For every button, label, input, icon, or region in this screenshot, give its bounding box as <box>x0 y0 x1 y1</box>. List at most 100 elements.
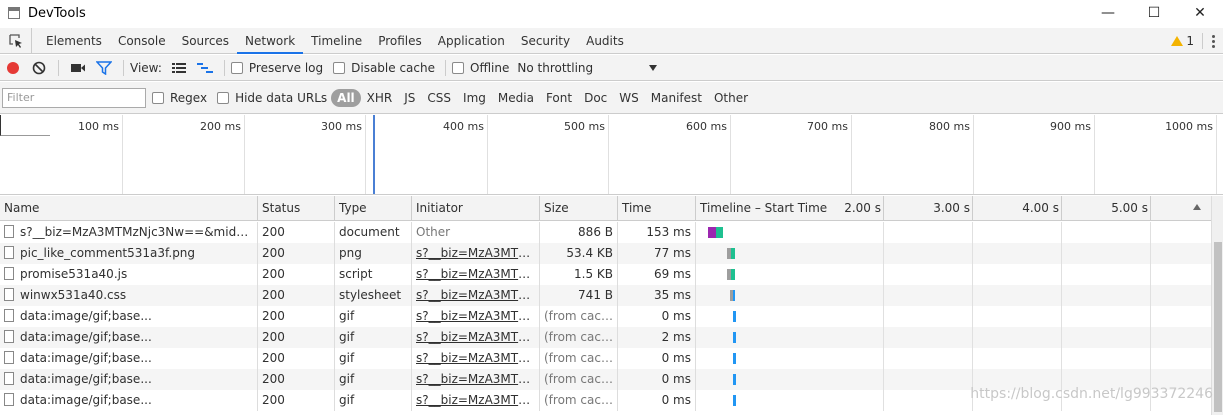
record-button[interactable] <box>0 55 26 81</box>
waterfall-bar[interactable] <box>716 227 723 238</box>
table-row[interactable]: data:image/gif;base... 200 gif s?__biz=MzA3… <box>0 327 1211 348</box>
cell-status: 200 <box>258 327 335 348</box>
type-filter-doc[interactable]: Doc <box>578 89 613 107</box>
table-row[interactable]: data:image/gif;base... 200 gif s?__biz=MzA3… <box>0 306 1211 327</box>
column-header-size[interactable]: Size <box>540 196 618 221</box>
table-row[interactable]: pic_like_comment531a3f.png 200 png s?__biz=… <box>0 243 1211 264</box>
tab-console[interactable]: Console <box>110 28 174 54</box>
request-name: data:image/gif;base... <box>20 330 152 344</box>
cell-type: gif <box>335 327 412 348</box>
filter-input[interactable] <box>2 87 146 108</box>
waterfall-bar[interactable] <box>731 269 735 280</box>
type-filter-manifest[interactable]: Manifest <box>645 89 708 107</box>
clear-button[interactable] <box>26 55 52 81</box>
column-header-initiator[interactable]: Initiator <box>412 196 540 221</box>
timeline-gridline <box>972 327 973 348</box>
cell-time: 0 ms <box>618 348 696 369</box>
cell-time: 153 ms <box>618 222 696 243</box>
type-filter-ws[interactable]: WS <box>613 89 644 107</box>
dropdown-arrow-icon <box>649 64 658 71</box>
type-filter-media[interactable]: Media <box>492 89 540 107</box>
sort-ascending-icon[interactable] <box>1193 204 1201 210</box>
more-menu-icon[interactable] <box>1203 28 1223 54</box>
table-row[interactable]: data:image/gif;base... 200 gif s?__biz=MzA3… <box>0 348 1211 369</box>
tab-security[interactable]: Security <box>513 28 578 54</box>
file-icon <box>4 309 14 322</box>
cell-initiator[interactable]: s?__biz=MzA3MTMz... <box>412 369 540 390</box>
tab-elements[interactable]: Elements <box>38 28 110 54</box>
overview-gridline <box>851 115 852 194</box>
cell-initiator[interactable]: s?__biz=MzA3MTMz... <box>412 327 540 348</box>
tab-timeline[interactable]: Timeline <box>303 28 370 54</box>
cell-initiator[interactable]: s?__biz=MzA3MTMz... <box>412 390 540 411</box>
overview-gridline <box>1216 115 1217 194</box>
column-header-status[interactable]: Status <box>258 196 335 221</box>
type-filter-img[interactable]: Img <box>457 89 492 107</box>
cell-initiator[interactable]: s?__biz=MzA3MTMz... <box>412 285 540 306</box>
column-header-name[interactable]: Name <box>0 196 258 221</box>
column-header-time[interactable]: Time <box>618 196 696 221</box>
filter-toggle-button[interactable] <box>91 55 117 81</box>
tab-application[interactable]: Application <box>430 28 513 54</box>
cell-size: (from cache) <box>540 348 618 369</box>
throttling-select[interactable]: No throttling <box>517 61 658 75</box>
table-row[interactable]: winwx531a40.css 200 stylesheet s?__biz=MzA3… <box>0 285 1211 306</box>
cell-type: png <box>335 243 412 264</box>
table-row[interactable]: s?__biz=MzA3MTMzNjc3Nw==&mid=22... 200 doc… <box>0 222 1211 243</box>
capture-screenshots-button[interactable] <box>65 55 91 81</box>
close-button[interactable]: ✕ <box>1177 0 1223 26</box>
table-scrollbar[interactable] <box>1211 196 1223 415</box>
tab-sources[interactable]: Sources <box>174 28 237 54</box>
maximize-button[interactable]: ☐ <box>1131 0 1177 26</box>
scrollbar-thumb[interactable] <box>1214 242 1222 412</box>
cell-type: gif <box>335 369 412 390</box>
cell-initiator[interactable]: s?__biz=MzA3MTMz... <box>412 264 540 285</box>
cell-status: 200 <box>258 390 335 411</box>
network-overview[interactable]: 100 ms 200 ms 300 ms 400 ms 500 ms 600 ms 700 … <box>0 115 1223 195</box>
column-header-type[interactable]: Type <box>335 196 412 221</box>
cell-initiator[interactable]: s?__biz=MzA3MTMz... <box>412 306 540 327</box>
waterfall-bar[interactable] <box>733 395 736 406</box>
cell-initiator[interactable]: s?__biz=MzA3MTMz... <box>412 243 540 264</box>
waterfall-bar[interactable] <box>733 311 736 322</box>
type-filter-js[interactable]: JS <box>398 89 421 107</box>
tab-network[interactable]: Network <box>237 27 304 54</box>
overview-time-label: 900 ms <box>1050 120 1091 133</box>
table-row[interactable]: promise531a40.js 200 script s?__biz=MzA3MTM… <box>0 264 1211 285</box>
type-filter-all[interactable]: All <box>331 88 361 107</box>
show-overview-button[interactable] <box>192 55 218 81</box>
timeline-scale-divider <box>1061 196 1062 221</box>
inspect-element-button[interactable] <box>0 27 32 54</box>
waterfall-bar[interactable] <box>733 332 736 343</box>
cell-initiator[interactable]: Other <box>412 222 540 243</box>
waterfall-bar[interactable] <box>708 227 716 238</box>
waterfall-bar[interactable] <box>733 374 736 385</box>
timeline-gridline <box>1150 222 1151 243</box>
minimize-button[interactable]: — <box>1085 0 1131 26</box>
request-name: promise531a40.js <box>20 267 128 281</box>
type-filter-other[interactable]: Other <box>708 89 754 107</box>
regex-checkbox[interactable] <box>152 91 164 104</box>
offline-checkbox[interactable] <box>452 61 464 74</box>
hide-data-urls-checkbox[interactable] <box>217 91 230 104</box>
waterfall-bar[interactable] <box>733 290 735 301</box>
waterfall-icon <box>196 62 213 73</box>
type-filter-css[interactable]: CSS <box>421 89 457 107</box>
tab-profiles[interactable]: Profiles <box>370 28 430 54</box>
large-request-rows-button[interactable] <box>166 55 192 81</box>
cell-size: (from cache) <box>540 327 618 348</box>
timeline-gridline <box>1150 285 1151 306</box>
type-filter-font[interactable]: Font <box>540 89 578 107</box>
disable-cache-checkbox[interactable] <box>333 61 346 74</box>
cell-time: 2 ms <box>618 327 696 348</box>
type-filter-xhr[interactable]: XHR <box>361 89 399 107</box>
cell-name: winwx531a40.css <box>0 285 258 306</box>
warnings-counter[interactable]: 1 <box>1163 33 1203 49</box>
tab-audits[interactable]: Audits <box>578 28 632 54</box>
cell-initiator[interactable]: s?__biz=MzA3MTMz... <box>412 348 540 369</box>
timeline-gridline <box>883 327 884 348</box>
waterfall-bar[interactable] <box>733 353 736 364</box>
waterfall-bar[interactable] <box>731 248 735 259</box>
timeline-gridline <box>1061 285 1062 306</box>
preserve-log-checkbox[interactable] <box>230 61 243 74</box>
